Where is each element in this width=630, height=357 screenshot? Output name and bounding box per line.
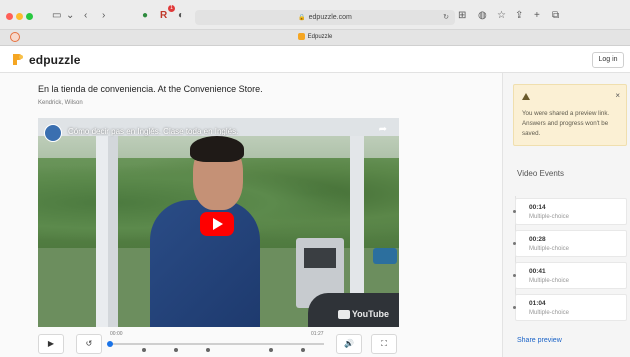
minimize-window-button[interactable]: [16, 13, 23, 20]
address-bar[interactable]: 🔒 edpuzzle.com ↻: [195, 10, 455, 25]
site-header: edpuzzle Log in: [0, 47, 630, 73]
question-marker[interactable]: [174, 348, 179, 352]
tab-overview-icon[interactable]: ⧉: [552, 9, 559, 23]
privacy-shield-icon[interactable]: ◐: [178, 9, 184, 23]
logo-text[interactable]: edpuzzle: [29, 53, 80, 67]
tab-title-label: Edpuzzle: [307, 34, 333, 41]
video-events-title: Video Events: [517, 169, 564, 178]
youtube-logo-text: YouTube: [351, 308, 389, 319]
share-arrow-icon[interactable]: ➦: [379, 124, 387, 135]
notice-text: You were shared a preview link. Answers …: [522, 110, 610, 137]
sidebar: × You were shared a preview link. Answer…: [502, 73, 630, 357]
preview-notice: × You were shared a preview link. Answer…: [513, 84, 627, 146]
event-type: Multiple-choice: [529, 214, 570, 220]
video-author: Kendrick, Wilson: [38, 100, 83, 106]
event-type: Multiple-choice: [529, 278, 570, 284]
tab-bar: Edpuzzle: [0, 30, 630, 46]
fullscreen-button[interactable]: ⛶: [371, 334, 397, 354]
extension-r-icon[interactable]: R: [160, 9, 167, 23]
event-type: Multiple-choice: [529, 246, 570, 252]
time-end: 01:27: [311, 331, 324, 337]
scene-person-hair: [190, 136, 244, 162]
scene-car-mirror: [373, 248, 397, 264]
scene-pump-screen: [304, 248, 336, 268]
edpuzzle-logo-icon[interactable]: [11, 52, 25, 67]
youtube-logo-icon: [337, 310, 350, 319]
star-icon[interactable]: ☆: [497, 9, 506, 23]
play-triangle-icon: [213, 218, 223, 230]
event-dot: [513, 306, 516, 309]
event-time: 01:04: [529, 300, 546, 307]
event-dot: [513, 210, 516, 213]
question-marker[interactable]: [206, 348, 211, 352]
reload-icon[interactable]: ↻: [443, 10, 449, 25]
login-button[interactable]: Log in: [592, 52, 624, 68]
event-type: Multiple-choice: [529, 310, 570, 316]
player-controls: ▶ ↺ 00:00 01:27 🔊 ⛶: [38, 329, 399, 357]
extension-badge: 1: [168, 5, 175, 12]
maximize-window-button[interactable]: [26, 13, 33, 20]
close-icon[interactable]: ×: [615, 91, 620, 100]
question-marker[interactable]: [268, 348, 273, 352]
event-time: 00:14: [529, 204, 546, 211]
edpuzzle-favicon-icon: [297, 33, 305, 40]
channel-avatar[interactable]: [44, 124, 62, 142]
event-dot: [513, 274, 516, 277]
sidebar-toggle-icon[interactable]: ▭: [52, 9, 61, 23]
event-item[interactable]: 00:41 Multiple-choice: [513, 262, 627, 289]
extension-leaf-icon[interactable]: ●: [142, 9, 148, 23]
scene-pillar-shadow: [108, 136, 118, 327]
globe-icon[interactable]: ◍: [478, 9, 487, 23]
warning-icon: [522, 93, 530, 100]
share-preview-link[interactable]: Share preview: [517, 337, 562, 344]
chevron-down-icon[interactable]: ⌄: [66, 9, 74, 23]
question-marker[interactable]: [300, 348, 305, 352]
time-start: 00:00: [110, 331, 123, 337]
browser-toolbar: ▭ ⌄ ‹ › ● R 1 ◐ 🔒 edpuzzle.com ↻ ⊞ ◍ ☆ ⇪ …: [0, 0, 630, 30]
back-arrow-icon[interactable]: ‹: [84, 9, 87, 23]
new-tab-icon[interactable]: +: [534, 9, 540, 23]
lock-icon: 🔒: [298, 15, 306, 21]
event-time: 00:28: [529, 236, 546, 243]
share-icon[interactable]: ⇪: [515, 9, 523, 23]
video-player[interactable]: Cómo decir pas en Inglés. Clase toda en …: [38, 118, 399, 327]
event-item[interactable]: 00:14 Multiple-choice: [513, 198, 627, 225]
close-window-button[interactable]: [6, 13, 13, 20]
event-time: 00:41: [529, 268, 546, 275]
forward-arrow-icon[interactable]: ›: [102, 9, 105, 23]
tab-edpuzzle[interactable]: Edpuzzle: [0, 33, 630, 40]
extensions-grid-icon[interactable]: ⊞: [458, 9, 466, 23]
event-item[interactable]: 00:28 Multiple-choice: [513, 230, 627, 257]
question-marker[interactable]: [142, 348, 147, 352]
main-content: En la tienda de conveniencia. At the Con…: [0, 73, 502, 357]
url-text: edpuzzle.com: [308, 14, 352, 21]
volume-button[interactable]: 🔊: [336, 334, 362, 354]
progress-track[interactable]: [110, 343, 324, 345]
event-item[interactable]: 01:04 Multiple-choice: [513, 294, 627, 321]
video-title: En la tienda de conveniencia. At the Con…: [38, 84, 263, 94]
youtube-logo[interactable]: YouTube: [337, 308, 389, 319]
event-dot: [513, 242, 516, 245]
play-button[interactable]: ▶: [38, 334, 64, 354]
youtube-play-button[interactable]: [200, 212, 234, 236]
progress-handle[interactable]: [107, 341, 113, 347]
youtube-video-title[interactable]: Cómo decir pas en Inglés. Clase toda en …: [68, 127, 238, 136]
rewind-button[interactable]: ↺: [76, 334, 102, 354]
